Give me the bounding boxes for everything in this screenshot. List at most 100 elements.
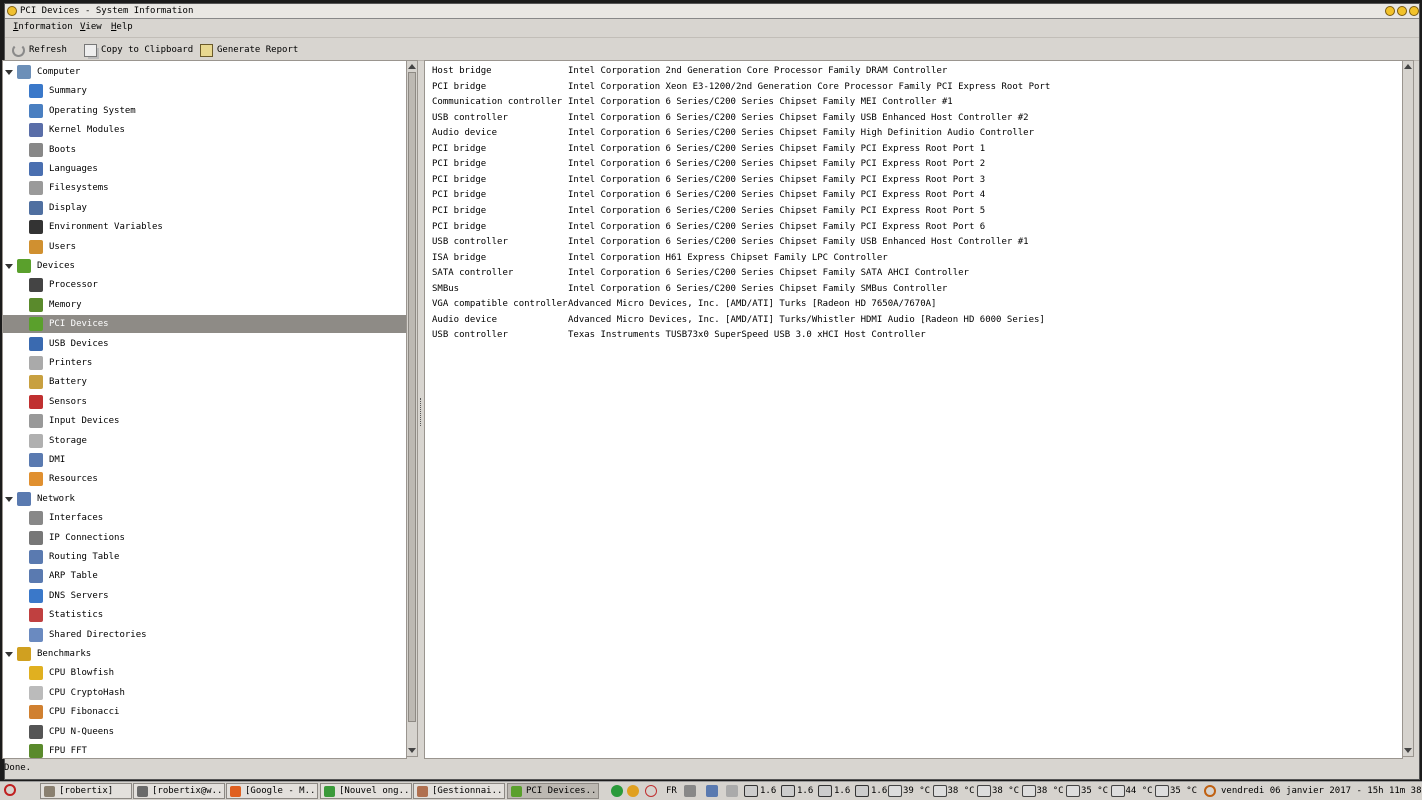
device-row[interactable]: PCI bridge Intel Corporation 6 Series/C20… [425, 142, 1402, 157]
tree-item[interactable]: PCI Devices [3, 315, 406, 334]
copy-clipboard-button[interactable]: Copy to Clipboard [84, 42, 193, 58]
list-scrollbar[interactable] [1402, 60, 1414, 757]
device-row[interactable]: PCI bridge Intel Corporation Xeon E3-1200… [425, 80, 1402, 95]
device-row[interactable]: SMBus Intel Corporation 6 Series/C200 Ser… [425, 282, 1402, 297]
expander-icon[interactable] [5, 496, 13, 502]
list-scroll-up-icon[interactable] [1404, 64, 1412, 69]
device-row[interactable]: PCI bridge Intel Corporation 6 Series/C20… [425, 188, 1402, 203]
device-row[interactable]: PCI bridge Intel Corporation 6 Series/C20… [425, 204, 1402, 219]
device-name: Intel Corporation 6 Series/C200 Series C… [568, 97, 953, 108]
tree-item[interactable]: FPU FFT [3, 742, 406, 758]
tree-item[interactable]: Summary [3, 82, 406, 100]
alarm-clock-icon[interactable] [645, 785, 657, 797]
expander-icon[interactable] [5, 70, 13, 75]
device-row[interactable]: Audio device Intel Corporation 6 Series/C… [425, 126, 1402, 141]
tree-item[interactable]: DMI [3, 451, 406, 469]
tree-item[interactable]: Sensors [3, 393, 406, 411]
scroll-up-icon[interactable] [408, 64, 416, 69]
taskbar-task[interactable]: [Gestionnai... [413, 783, 505, 799]
tree-item[interactable]: Resources [3, 470, 406, 488]
app-icon[interactable] [7, 6, 17, 16]
tree-item[interactable]: Storage [3, 432, 406, 450]
tree-item[interactable]: DNS Servers [3, 587, 406, 605]
device-row[interactable]: USB controller Intel Corporation 6 Series… [425, 235, 1402, 250]
category-tree[interactable]: Computer Summary Operating System Kernel Mo… [2, 60, 407, 759]
tree-item[interactable]: Battery [3, 373, 406, 391]
pane-splitter[interactable] [420, 398, 423, 426]
tree-item[interactable]: Routing Table [3, 548, 406, 566]
network-tray-icon[interactable] [706, 785, 718, 797]
tree-item[interactable]: Kernel Modules [3, 121, 406, 139]
scroll-down-icon[interactable] [408, 748, 416, 753]
tree-item[interactable]: Benchmarks [3, 645, 406, 663]
printer-icon [29, 356, 43, 370]
tree-item[interactable]: Processor [3, 276, 406, 294]
tree-scroll-thumb[interactable] [408, 72, 416, 722]
tree-item[interactable]: CPU CryptoHash [3, 684, 406, 702]
taskbar-task[interactable]: [Google - M... [226, 783, 318, 799]
expander-icon[interactable] [5, 264, 13, 269]
tree-item[interactable]: Computer [3, 63, 406, 81]
tree-item[interactable]: CPU N-Queens [3, 723, 406, 741]
list-scroll-down-icon[interactable] [1404, 748, 1412, 753]
tree-item[interactable]: ARP Table [3, 567, 406, 585]
tree-item[interactable]: Users [3, 238, 406, 256]
tree-item-label: Battery [49, 377, 87, 388]
device-row[interactable]: USB controller Texas Instruments TUSB73x0… [425, 328, 1402, 343]
device-row[interactable]: SATA controller Intel Corporation 6 Serie… [425, 266, 1402, 281]
menu-information[interactable]: Information [13, 21, 73, 33]
maximize-button[interactable] [1397, 6, 1407, 16]
tree-scrollbar[interactable] [406, 60, 418, 757]
messenger-icon[interactable] [611, 785, 623, 797]
menu-help[interactable]: Help [111, 21, 133, 33]
tree-item[interactable]: Input Devices [3, 412, 406, 430]
device-row[interactable]: USB controller Intel Corporation 6 Series… [425, 111, 1402, 126]
tree-item[interactable]: Operating System [3, 102, 406, 120]
device-row[interactable]: Host bridge Intel Corporation 2nd Generat… [425, 64, 1402, 79]
keyboard-layout[interactable]: FR [666, 784, 677, 798]
tree-item[interactable]: USB Devices [3, 335, 406, 353]
usb-icon [29, 336, 43, 351]
device-row[interactable]: VGA compatible controller Advanced Micro … [425, 297, 1402, 312]
tree-item-label: Languages [49, 164, 98, 174]
tree-item[interactable]: Network [3, 490, 406, 508]
tree-item[interactable]: Interfaces [3, 509, 406, 527]
menu-view[interactable]: View [80, 21, 102, 33]
generate-report-button[interactable]: Generate Report [200, 42, 298, 58]
device-row[interactable]: Communication controller Intel Corporatio… [425, 95, 1402, 110]
printer-tray-icon[interactable] [726, 785, 738, 797]
tree-item[interactable]: Memory [3, 296, 406, 314]
device-row[interactable]: Audio device Advanced Micro Devices, Inc.… [425, 313, 1402, 328]
tree-item[interactable]: CPU Fibonacci [3, 703, 406, 721]
device-row[interactable]: ISA bridge Intel Corporation H61 Express … [425, 251, 1402, 266]
taskbar-task[interactable]: [robertix] [40, 783, 132, 799]
refresh-button[interactable]: Refresh [12, 42, 67, 58]
tree-item[interactable]: Devices [3, 257, 406, 275]
pci-card-icon [511, 785, 522, 797]
taskbar-task[interactable]: [robertix@w... [133, 783, 225, 799]
tree-item[interactable]: Environment Variables [3, 218, 406, 236]
search-icon[interactable] [1204, 785, 1216, 797]
tree-item[interactable]: Languages [3, 160, 406, 178]
device-row[interactable]: PCI bridge Intel Corporation 6 Series/C20… [425, 220, 1402, 235]
title-bar[interactable]: PCI Devices - System Information [5, 4, 1419, 19]
volume-icon[interactable] [684, 785, 696, 797]
device-row[interactable]: PCI bridge Intel Corporation 6 Series/C20… [425, 173, 1402, 188]
tree-item[interactable]: Statistics [3, 606, 406, 624]
expander-icon[interactable] [5, 652, 13, 657]
close-button[interactable] [1409, 6, 1419, 16]
device-row[interactable]: PCI bridge Intel Corporation 6 Series/C20… [425, 157, 1402, 172]
tree-item[interactable]: Filesystems [3, 179, 406, 197]
chrome-tray-icon[interactable] [627, 785, 639, 797]
tree-item-label: USB Devices [49, 338, 109, 349]
taskbar-task[interactable]: [Nouvel ong... [320, 783, 412, 799]
taskbar-task[interactable]: PCI Devices... [507, 783, 599, 799]
tree-item[interactable]: Display [3, 199, 406, 217]
tree-item[interactable]: CPU Blowfish [3, 664, 406, 682]
tree-item[interactable]: Printers [3, 354, 406, 372]
tree-item[interactable]: Shared Directories [3, 626, 406, 644]
start-menu-icon[interactable] [4, 784, 16, 796]
tree-item[interactable]: IP Connections [3, 529, 406, 547]
minimize-button[interactable] [1385, 6, 1395, 16]
tree-item[interactable]: Boots [3, 141, 406, 159]
